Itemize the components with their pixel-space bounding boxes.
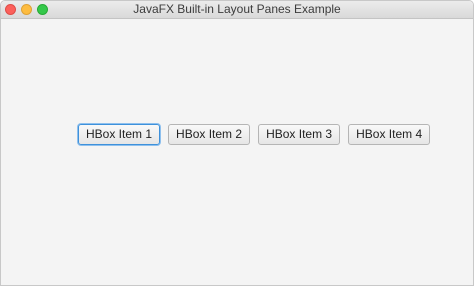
title-bar[interactable]: JavaFX Built-in Layout Panes Example (1, 1, 473, 19)
hbox-pane: HBox Item 1 HBox Item 2 HBox Item 3 HBox… (78, 124, 431, 145)
content-area (1, 19, 473, 285)
hbox-item-4-button[interactable]: HBox Item 4 (348, 124, 431, 145)
app-window: JavaFX Built-in Layout Panes Example HBo… (0, 0, 474, 286)
hbox-item-1-button[interactable]: HBox Item 1 (78, 124, 161, 145)
window-title: JavaFX Built-in Layout Panes Example (133, 2, 341, 16)
hbox-item-3-button[interactable]: HBox Item 3 (258, 124, 341, 145)
hbox-item-2-button[interactable]: HBox Item 2 (168, 124, 251, 145)
